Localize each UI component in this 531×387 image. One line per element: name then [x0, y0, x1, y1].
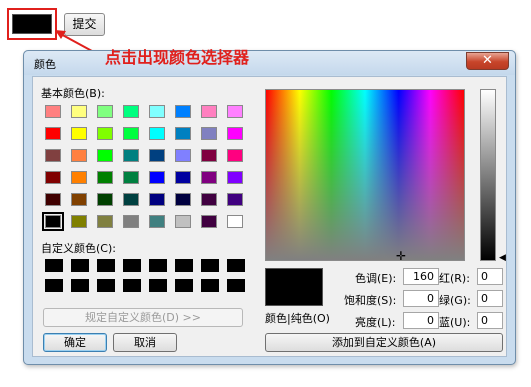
green-input[interactable]: 0: [477, 290, 503, 307]
dialog-body: 基本颜色(B): 自定义颜色(C): 规定自定义颜色(D) >> 确定 取消 ✛…: [32, 76, 507, 357]
basic-color-swatch[interactable]: [45, 171, 61, 184]
red-label: 红(R):: [439, 272, 470, 285]
add-to-custom-colors-button[interactable]: 添加到自定义颜色(A): [265, 333, 503, 352]
saturation-input[interactable]: 0: [403, 290, 439, 307]
custom-color-swatch[interactable]: [201, 259, 219, 272]
basic-color-swatch[interactable]: [175, 127, 191, 140]
custom-color-swatch[interactable]: [123, 259, 141, 272]
basic-color-swatch[interactable]: [201, 171, 217, 184]
basic-color-swatch[interactable]: [71, 149, 87, 162]
basic-color-swatch[interactable]: [97, 171, 113, 184]
custom-color-swatch[interactable]: [123, 279, 141, 292]
basic-color-swatch[interactable]: [45, 193, 61, 206]
basic-color-swatch[interactable]: [45, 105, 61, 118]
custom-color-swatch[interactable]: [175, 259, 193, 272]
blue-label: 蓝(U):: [439, 316, 471, 329]
basic-color-swatch[interactable]: [227, 105, 243, 118]
custom-color-swatch[interactable]: [45, 259, 63, 272]
basic-color-swatch[interactable]: [71, 127, 87, 140]
basic-color-swatch[interactable]: [123, 149, 139, 162]
basic-color-swatch[interactable]: [227, 171, 243, 184]
basic-color-swatch[interactable]: [149, 193, 165, 206]
basic-color-swatch[interactable]: [227, 215, 243, 228]
luminosity-label: 亮度(L):: [355, 316, 396, 329]
close-icon: ✕: [482, 53, 493, 68]
basic-color-swatch[interactable]: [175, 149, 191, 162]
custom-color-swatch[interactable]: [71, 259, 89, 272]
define-custom-colors-button[interactable]: 规定自定义颜色(D) >>: [43, 308, 243, 327]
basic-color-swatch[interactable]: [201, 215, 217, 228]
dialog-titlebar[interactable]: 颜色 ✕: [24, 51, 515, 75]
saturation-label: 饱和度(S):: [344, 294, 397, 307]
custom-color-swatch[interactable]: [149, 259, 167, 272]
blue-input[interactable]: 0: [477, 312, 503, 329]
basic-color-swatch[interactable]: [97, 149, 113, 162]
custom-color-swatch[interactable]: [149, 279, 167, 292]
color-solid-label: 颜色|纯色(O): [265, 312, 330, 325]
basic-color-swatch[interactable]: [149, 215, 165, 228]
basic-color-swatch[interactable]: [175, 215, 191, 228]
basic-color-swatch[interactable]: [175, 193, 191, 206]
annotation-text: 点击出现颜色选择器: [105, 48, 250, 67]
basic-color-swatch[interactable]: [97, 215, 113, 228]
crosshair-icon: ✛: [396, 249, 407, 263]
basic-color-swatch[interactable]: [149, 105, 165, 118]
close-button[interactable]: ✕: [466, 52, 509, 70]
basic-color-swatch[interactable]: [227, 149, 243, 162]
basic-color-swatch[interactable]: [123, 215, 139, 228]
basic-color-swatch[interactable]: [42, 212, 64, 231]
custom-colors-label: 自定义颜色(C):: [41, 242, 116, 255]
custom-color-swatch[interactable]: [97, 279, 115, 292]
custom-color-swatch[interactable]: [97, 259, 115, 272]
basic-color-swatch[interactable]: [227, 193, 243, 206]
basic-color-swatch[interactable]: [71, 215, 87, 228]
red-input[interactable]: 0: [477, 268, 503, 285]
custom-color-swatch[interactable]: [45, 279, 63, 292]
basic-color-swatch[interactable]: [123, 105, 139, 118]
hue-label: 色调(E):: [355, 272, 397, 285]
dialog-title: 颜色: [34, 58, 56, 71]
basic-color-swatch[interactable]: [201, 127, 217, 140]
custom-color-swatch[interactable]: [175, 279, 193, 292]
luminosity-arrow-icon[interactable]: ◀: [499, 253, 506, 263]
green-label: 绿(G):: [439, 294, 471, 307]
basic-color-swatch[interactable]: [123, 193, 139, 206]
basic-color-swatch[interactable]: [175, 171, 191, 184]
basic-color-swatch[interactable]: [71, 171, 87, 184]
luminosity-input[interactable]: 0: [403, 312, 439, 329]
basic-color-swatch[interactable]: [201, 193, 217, 206]
custom-color-swatch[interactable]: [227, 279, 245, 292]
color-dialog: 颜色 ✕ 基本颜色(B): 自定义颜色(C): 规定自定义颜色(D) >> 确定…: [23, 50, 516, 365]
color-preview: [265, 268, 323, 306]
custom-color-swatch[interactable]: [227, 259, 245, 272]
basic-color-swatch[interactable]: [149, 171, 165, 184]
basic-color-swatch[interactable]: [201, 105, 217, 118]
hue-input[interactable]: 160: [403, 268, 439, 285]
color-spectrum[interactable]: ✛: [265, 89, 465, 263]
basic-color-swatch[interactable]: [123, 127, 139, 140]
basic-color-swatch[interactable]: [97, 127, 113, 140]
basic-color-swatch[interactable]: [201, 149, 217, 162]
basic-color-swatch[interactable]: [149, 149, 165, 162]
basic-color-swatch[interactable]: [123, 171, 139, 184]
basic-color-swatch[interactable]: [97, 193, 113, 206]
basic-color-swatch[interactable]: [97, 105, 113, 118]
luminosity-slider[interactable]: [480, 89, 496, 261]
basic-color-swatch[interactable]: [71, 193, 87, 206]
basic-color-swatch[interactable]: [71, 105, 87, 118]
ok-button[interactable]: 确定: [43, 333, 107, 352]
custom-color-swatch[interactable]: [71, 279, 89, 292]
basic-color-swatch[interactable]: [149, 127, 165, 140]
basic-color-swatch[interactable]: [45, 127, 61, 140]
basic-color-swatch[interactable]: [45, 149, 61, 162]
cancel-button[interactable]: 取消: [113, 333, 177, 352]
basic-color-swatch[interactable]: [175, 105, 191, 118]
custom-color-swatch[interactable]: [201, 279, 219, 292]
basic-color-swatch[interactable]: [227, 127, 243, 140]
basic-colors-label: 基本颜色(B):: [41, 87, 105, 100]
